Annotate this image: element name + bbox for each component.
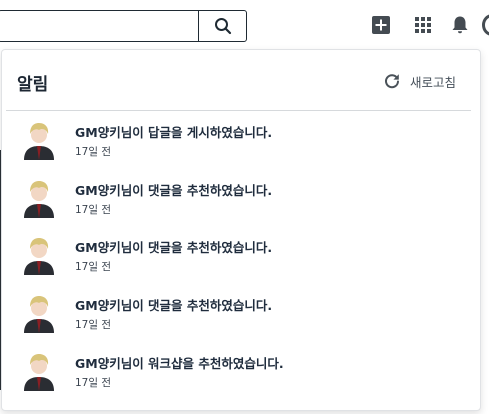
refresh-button[interactable]: 새로고침 (384, 71, 456, 91)
apps-button[interactable] (412, 14, 434, 36)
notification-text: GM양키님이 워크샵을 추천하였습니다. (75, 355, 284, 371)
apps-grid-icon (415, 17, 431, 33)
search-button[interactable] (198, 11, 246, 41)
avatar (24, 353, 54, 391)
refresh-label: 새로고침 (409, 74, 456, 90)
avatar (24, 238, 54, 276)
avatar (24, 296, 54, 334)
top-bar (0, 0, 489, 50)
list-item[interactable]: GM양키님이 답글을 게시하였습니다. 17일 전 (2, 111, 480, 169)
notification-time: 17일 전 (75, 376, 112, 389)
avatar (24, 180, 54, 218)
refresh-icon (385, 74, 399, 89)
notification-text: GM양키님이 답글을 게시하였습니다. (75, 125, 273, 140)
notification-text: GM양키님이 댓글을 추천하였습니다. (75, 240, 273, 256)
search-input[interactable] (0, 10, 247, 42)
panel-title: 알림 (17, 75, 49, 95)
list-item[interactable]: GM양키님이 댓글을 추천하였습니다. 17일 전 (2, 169, 480, 227)
notification-time: 17일 전 (75, 146, 112, 158)
list-item[interactable]: GM양키님이 댓글을 추천하였습니다. 17일 전 (2, 284, 480, 342)
user-avatar[interactable] (482, 14, 489, 36)
plus-square-icon (372, 16, 390, 34)
notification-time: 17일 전 (75, 261, 112, 274)
add-button[interactable] (370, 14, 392, 36)
notifications-panel: 알림 새로고침 GM양키님이 답글을 게시하였습니다. 17일 전 GM양키님이… (1, 49, 481, 411)
notification-text: GM양키님이 댓글을 추천하였습니다. (75, 298, 273, 314)
list-item[interactable]: GM양키님이 워크샵을 추천하였습니다. 17일 전 (2, 342, 480, 400)
list-item[interactable]: GM양키님이 댓글을 추천하였습니다. 17일 전 (2, 226, 480, 284)
notification-text: GM양키님이 댓글을 추천하였습니다. (75, 182, 273, 198)
search-icon (214, 18, 231, 35)
notification-list: GM양키님이 답글을 게시하였습니다. 17일 전 GM양키님이 댓글을 추천하… (2, 111, 480, 399)
panel-header: 알림 새로고침 (2, 50, 480, 111)
bell-icon (452, 16, 468, 34)
notification-time: 17일 전 (75, 203, 112, 216)
notifications-button[interactable] (449, 14, 471, 36)
avatar (24, 123, 54, 160)
notification-time: 17일 전 (75, 319, 112, 332)
